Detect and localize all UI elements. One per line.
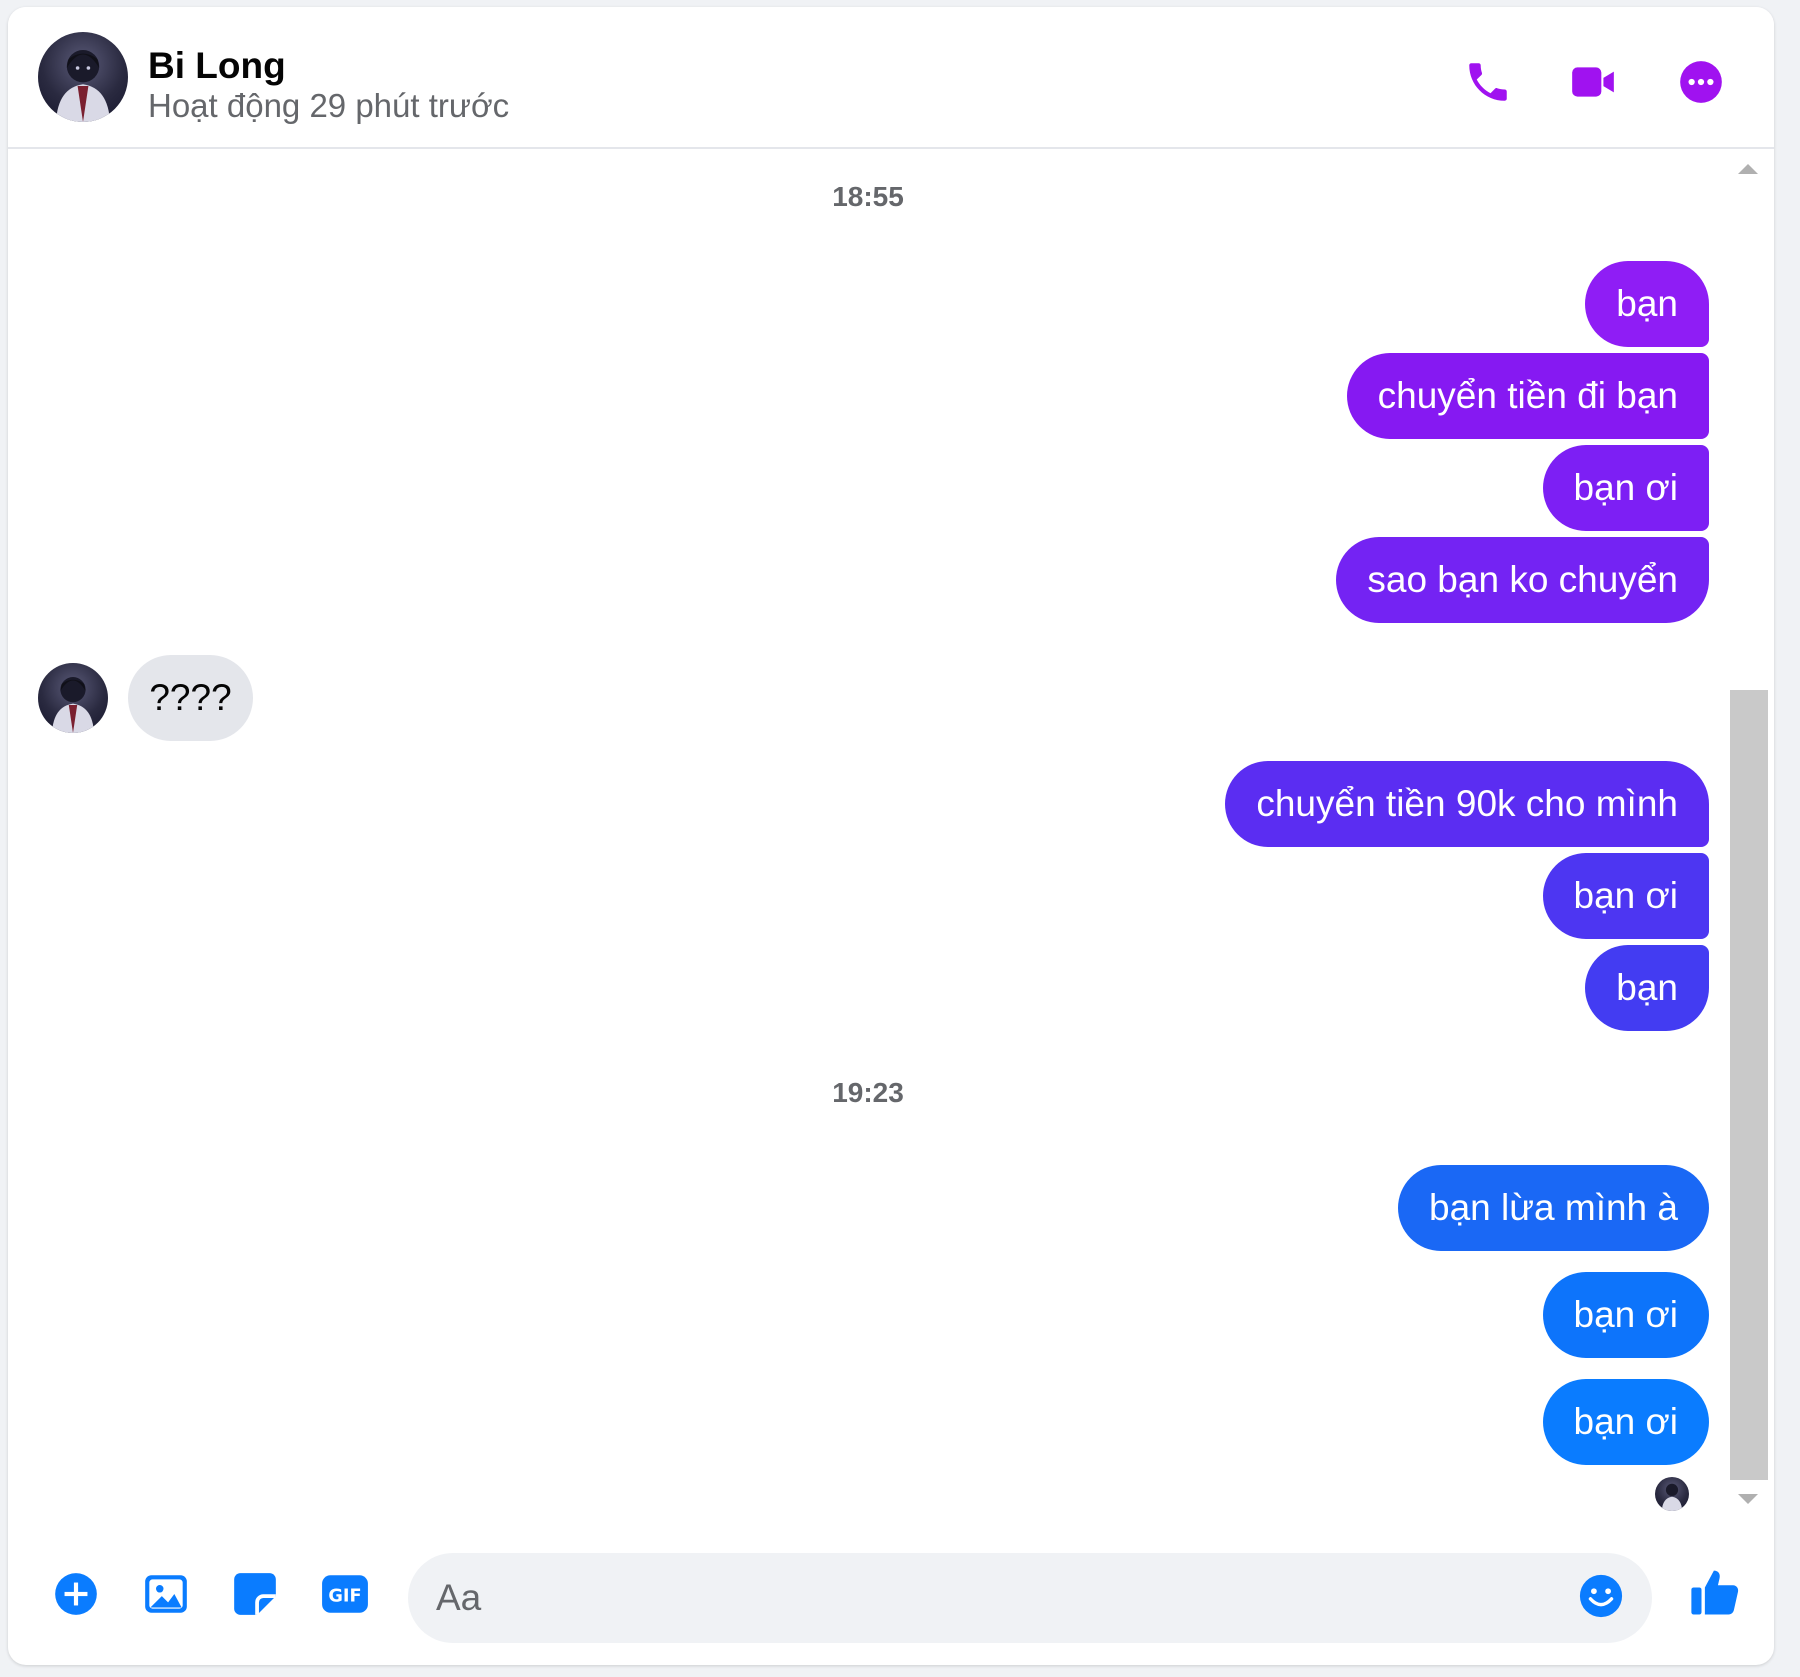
messenger-chat-window: Bi Long Hoạt động 29 phút trước 18:55 bạ… [8,7,1774,1665]
contact-name[interactable]: Bi Long [148,45,286,87]
outgoing-message[interactable]: bạn [1585,261,1709,347]
outgoing-message[interactable]: bạn [1585,945,1709,1031]
thumbs-up-icon[interactable] [1688,1565,1742,1619]
more-options-icon[interactable] [1676,57,1726,107]
contact-avatar-small[interactable] [38,663,108,733]
scroll-up-arrow[interactable] [1738,164,1758,174]
phone-icon[interactable] [1463,57,1513,107]
timestamp: 18:55 [832,181,904,212]
outgoing-message[interactable]: bạn lừa mình à [1398,1165,1709,1251]
plus-circle-icon[interactable] [51,1569,101,1619]
image-icon[interactable] [141,1569,191,1619]
outgoing-message[interactable]: sao bạn ko chuyển [1336,537,1709,623]
scroll-down-arrow[interactable] [1738,1494,1758,1504]
contact-avatar[interactable] [38,32,128,122]
gif-icon[interactable]: GIF [320,1569,370,1619]
message-composer: GIF [8,1527,1774,1665]
video-call-icon[interactable] [1568,57,1618,107]
seen-indicator-avatar [1655,1477,1689,1511]
svg-text:GIF: GIF [328,1587,361,1607]
scrollbar-thumb[interactable] [1730,690,1768,1480]
outgoing-message[interactable]: bạn ơi [1542,1379,1709,1465]
outgoing-message[interactable]: bạn ơi [1542,1272,1709,1358]
sticker-icon[interactable] [230,1569,280,1619]
outgoing-message[interactable]: chuyển tiền đi bạn [1346,353,1709,439]
outgoing-message[interactable]: bạn ơi [1542,445,1709,531]
message-input[interactable] [408,1553,1652,1643]
chat-header: Bi Long Hoạt động 29 phút trước [8,7,1774,149]
outgoing-message[interactable]: chuyển tiền 90k cho mình [1225,761,1709,847]
contact-status: Hoạt động 29 phút trước [148,87,510,124]
timestamp: 19:23 [832,1077,904,1108]
incoming-message[interactable]: ???? [128,655,253,741]
emoji-icon[interactable] [1578,1573,1624,1619]
outgoing-message[interactable]: bạn ơi [1542,853,1709,939]
